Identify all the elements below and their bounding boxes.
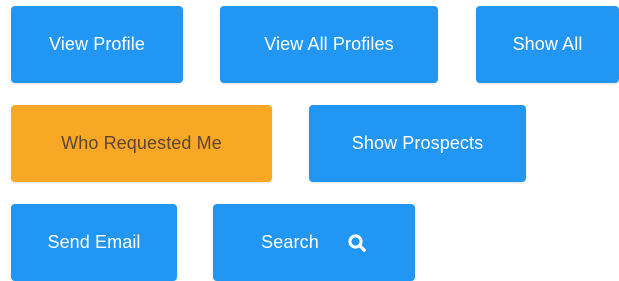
view-all-profiles-label: View All Profiles <box>264 34 394 54</box>
view-profile-label: View Profile <box>49 34 145 54</box>
show-prospects-label: Show Prospects <box>351 133 484 153</box>
button-panel: View Profile View All Profiles Show All … <box>0 0 619 281</box>
search-label: Search <box>261 232 319 252</box>
who-requested-me-label: Who Requested Me <box>61 133 222 153</box>
show-all-button[interactable]: Show All <box>476 6 619 83</box>
view-profile-button[interactable]: View Profile <box>11 6 183 83</box>
send-email-label: Send Email <box>47 232 141 252</box>
search-icon <box>347 233 367 253</box>
show-prospects-button[interactable]: Show Prospects <box>309 105 526 182</box>
search-button[interactable]: Search <box>213 204 415 281</box>
show-all-label: Show All <box>512 34 583 54</box>
who-requested-me-button[interactable]: Who Requested Me <box>11 105 272 182</box>
send-email-button[interactable]: Send Email <box>11 204 177 281</box>
view-all-profiles-button[interactable]: View All Profiles <box>220 6 438 83</box>
